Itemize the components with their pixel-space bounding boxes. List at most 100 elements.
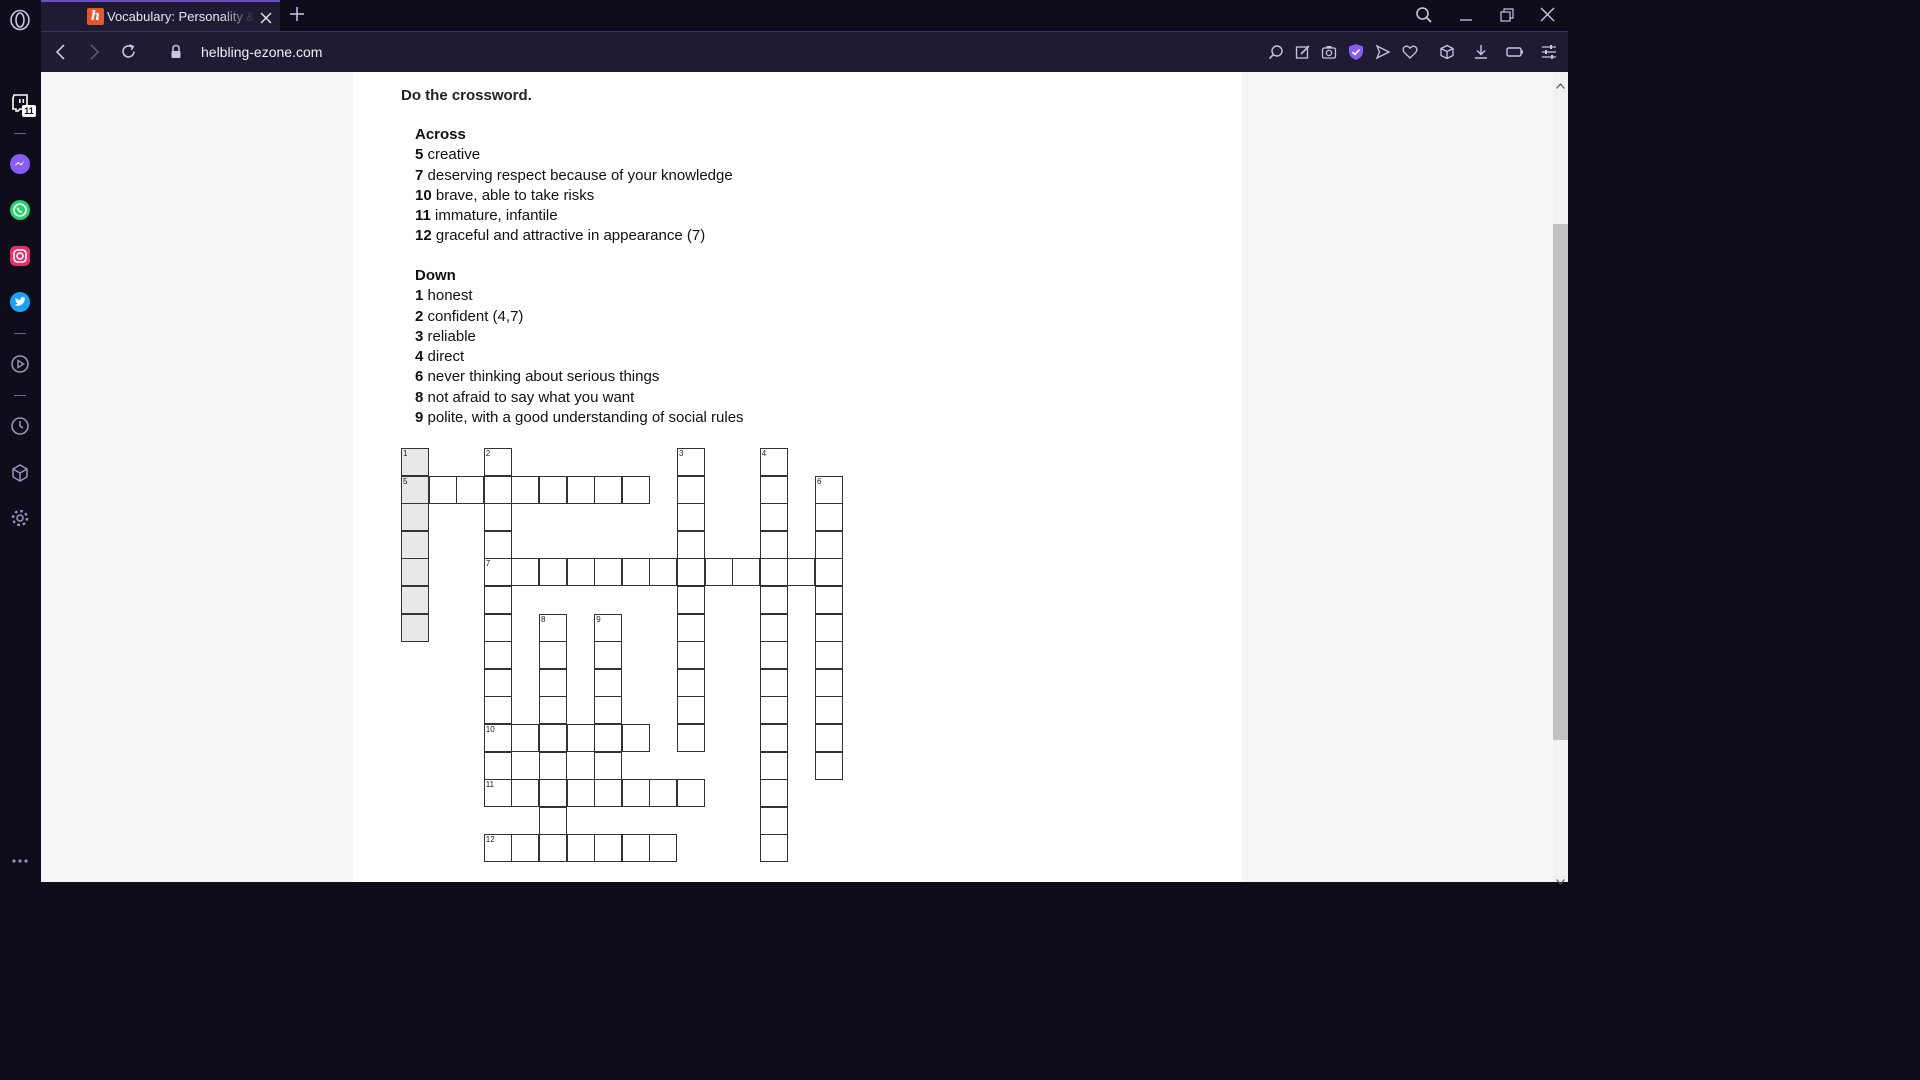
crossword-cell[interactable] — [594, 641, 623, 670]
crossword-cell[interactable] — [483, 696, 512, 725]
crossword-cell[interactable] — [539, 779, 567, 808]
crossword-cell[interactable] — [759, 503, 788, 532]
crossword-cell[interactable] — [594, 724, 623, 752]
crossword-cell[interactable] — [566, 558, 595, 587]
crossword-cell[interactable] — [539, 641, 567, 670]
whatsapp-icon[interactable] — [8, 198, 32, 222]
crossword-cell[interactable] — [594, 475, 623, 504]
crossword-cell[interactable] — [483, 475, 512, 504]
crossword-cell[interactable] — [539, 806, 567, 835]
crossword-cell[interactable] — [759, 641, 788, 670]
crossword-cell[interactable] — [483, 668, 512, 697]
crossword-cell[interactable] — [815, 724, 843, 752]
crossword-cell[interactable] — [677, 668, 705, 697]
crossword-cell[interactable] — [621, 724, 650, 752]
crossword-cell[interactable] — [594, 751, 623, 780]
crossword-cell[interactable] — [815, 613, 843, 642]
crossword-cell[interactable] — [815, 668, 843, 697]
crossword-cell[interactable] — [677, 641, 705, 670]
crossword-cell[interactable] — [815, 503, 843, 532]
crossword-cell[interactable] — [483, 503, 512, 532]
reload-icon[interactable] — [120, 43, 137, 65]
find-in-page-icon[interactable] — [1268, 44, 1284, 65]
crossword-cell[interactable] — [759, 806, 788, 835]
crossword-cell[interactable] — [483, 641, 512, 670]
crossword-cell[interactable] — [759, 779, 788, 808]
crossword-cell[interactable] — [704, 558, 733, 587]
vpn-shield-icon[interactable] — [1348, 43, 1364, 66]
crossword-cell[interactable] — [677, 530, 705, 559]
new-tab-plus-icon[interactable] — [289, 6, 305, 27]
crossword-cell[interactable] — [539, 475, 567, 504]
crossword-cell[interactable] — [815, 558, 843, 587]
send-icon[interactable] — [1375, 44, 1391, 65]
crossword-cell[interactable] — [401, 503, 429, 532]
crossword-cell[interactable] — [594, 558, 623, 587]
download-icon[interactable] — [1473, 44, 1489, 65]
crossword-cell[interactable] — [539, 834, 567, 863]
crossword-cell[interactable] — [483, 613, 512, 642]
crossword-cell[interactable] — [759, 751, 788, 780]
crossword-cell[interactable] — [621, 558, 650, 587]
twitter-icon[interactable] — [8, 290, 32, 314]
crossword-cell[interactable] — [621, 475, 650, 504]
crossword-cell[interactable] — [815, 530, 843, 559]
back-icon[interactable] — [54, 44, 68, 65]
crossword-cell[interactable] — [677, 558, 705, 587]
crossword-cell[interactable] — [401, 586, 429, 614]
crossword-cell[interactable] — [566, 779, 595, 808]
more-options-icon[interactable] — [8, 849, 32, 873]
crossword-cell[interactable] — [759, 613, 788, 642]
crossword-cell[interactable] — [539, 724, 567, 752]
crossword-cell[interactable] — [677, 724, 705, 752]
bookmark-heart-icon[interactable] — [1402, 44, 1418, 65]
opera-logo-icon[interactable] — [8, 8, 32, 32]
crossword-cell[interactable] — [649, 779, 678, 808]
scroll-up-icon[interactable] — [1556, 76, 1565, 94]
crossword-cell[interactable] — [815, 586, 843, 614]
crossword-cell[interactable] — [456, 475, 485, 504]
search-icon[interactable] — [1415, 6, 1433, 29]
crossword-cell[interactable] — [483, 751, 512, 780]
restore-icon[interactable] — [1500, 8, 1514, 27]
crossword-cell[interactable] — [594, 779, 623, 808]
crossword-cell[interactable] — [759, 724, 788, 752]
crossword-cell[interactable] — [483, 586, 512, 614]
snapshot-camera-icon[interactable] — [1321, 44, 1337, 65]
crossword-cell[interactable] — [539, 696, 567, 725]
crossword-cell[interactable] — [677, 613, 705, 642]
player-icon[interactable] — [8, 352, 32, 376]
crossword-cell[interactable] — [677, 503, 705, 532]
forward-icon[interactable] — [87, 44, 101, 65]
crossword-cell[interactable] — [594, 834, 623, 863]
crossword-cell[interactable] — [401, 530, 429, 559]
crossword-cell[interactable] — [539, 668, 567, 697]
crossword-cell[interactable] — [539, 751, 567, 780]
crossword-cell[interactable] — [759, 834, 788, 863]
crossword-cell[interactable] — [401, 613, 429, 642]
crossword-cell[interactable] — [511, 475, 540, 504]
url-field[interactable]: helbling-ezone.com — [201, 44, 322, 60]
crossword-cell[interactable] — [401, 558, 429, 587]
crossword-cell[interactable] — [677, 779, 705, 808]
tab-active[interactable]: h Vocabulary: Personality & s — [41, 0, 280, 31]
tab-close-icon[interactable] — [260, 11, 272, 29]
crossword-cell[interactable] — [621, 834, 650, 863]
crossword-cell[interactable] — [787, 558, 816, 587]
crossword-cell[interactable] — [759, 668, 788, 697]
crossword-cell[interactable] — [732, 558, 761, 587]
crossword-cell[interactable] — [594, 696, 623, 725]
crossword-cell[interactable] — [677, 475, 705, 504]
crossword-cell[interactable] — [428, 475, 457, 504]
crossword-cell[interactable] — [759, 530, 788, 559]
scrollbar-thumb[interactable] — [1553, 224, 1568, 740]
crossword-cell[interactable] — [759, 475, 788, 504]
crossword-cell[interactable] — [511, 724, 540, 752]
crossword-cell[interactable] — [511, 779, 540, 808]
minimize-icon[interactable] — [1459, 8, 1473, 27]
crossword-cell[interactable] — [511, 834, 540, 863]
easy-setup-menu-icon[interactable] — [1541, 44, 1557, 65]
history-clock-icon[interactable] — [8, 414, 32, 438]
instagram-icon[interactable] — [8, 244, 32, 268]
scroll-down-icon[interactable] — [1556, 872, 1565, 890]
